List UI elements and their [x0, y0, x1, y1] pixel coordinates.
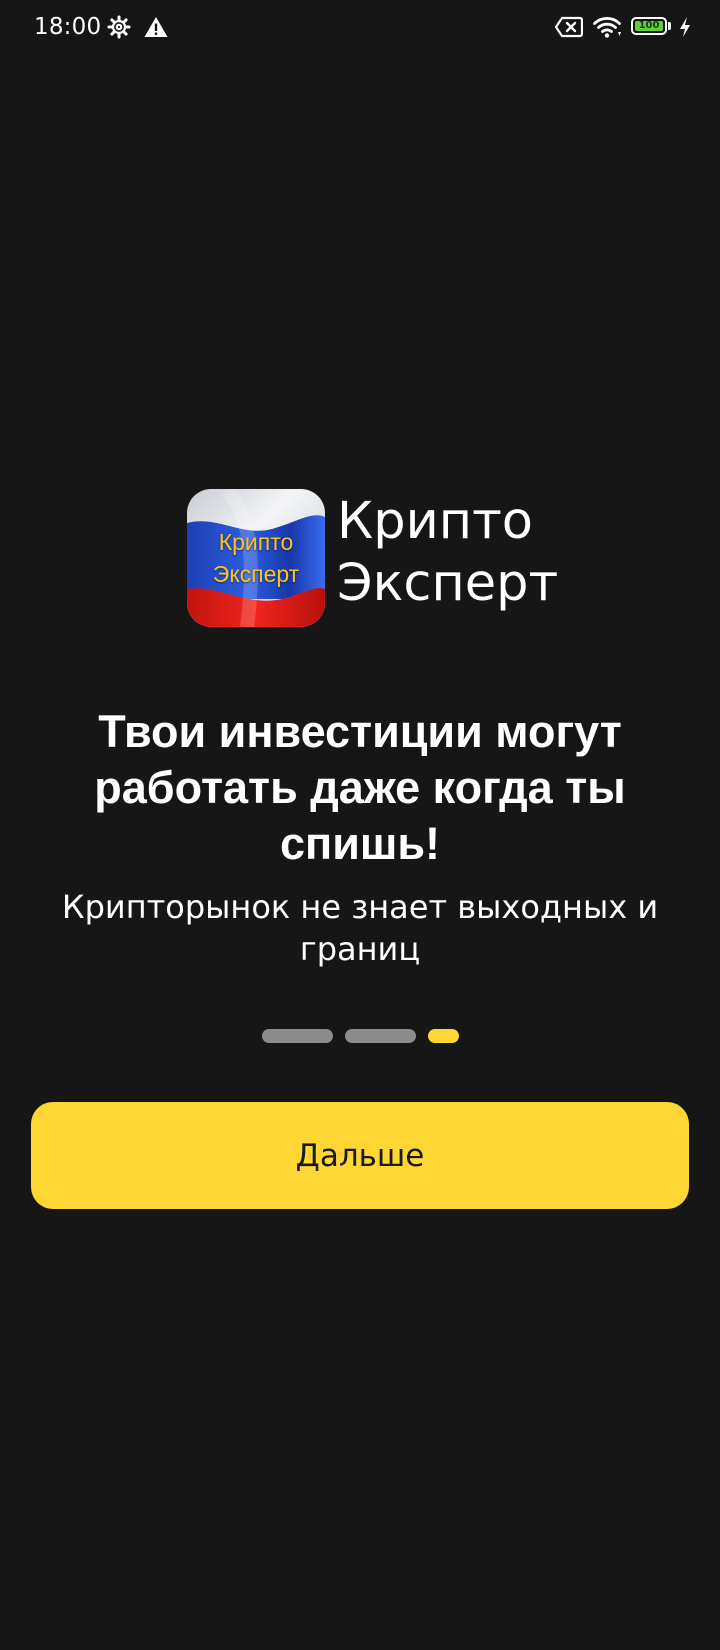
onboarding-subtitle: Крипторынок не знает выходных и границ: [61, 888, 659, 968]
battery-level: 100: [638, 20, 660, 31]
battery-cap: [668, 22, 671, 30]
app-logo: Крипто Эксперт Крипто Эксперт: [187, 489, 558, 627]
status-bar-left: 18:00: [34, 12, 169, 42]
app-icon-title-line1: Крипто: [218, 529, 294, 555]
next-button[interactable]: Дальше: [31, 1102, 689, 1209]
russian-flag-icon: [187, 489, 325, 627]
charging-bolt-icon: [680, 17, 690, 37]
warning-icon: [144, 17, 168, 37]
settings-gear-icon: [107, 15, 131, 39]
brand-name-line2: Эксперт: [337, 554, 559, 613]
status-bar: 18:00 100: [0, 0, 720, 56]
page-indicator: [0, 1029, 720, 1043]
wifi-icon: [593, 17, 621, 38]
brand-name: Крипто Эксперт: [337, 491, 558, 615]
app-icon-title-line2: Эксперт: [212, 561, 300, 587]
status-time: 18:00: [34, 14, 102, 40]
page-indicator-dot-1: [261, 1029, 333, 1043]
battery-body: 100: [631, 17, 667, 35]
battery-fill: 100: [635, 21, 663, 31]
brand-name-line1: Крипто: [337, 492, 533, 551]
page-indicator-dot-3-active: [427, 1029, 459, 1043]
battery-icon: 100: [631, 17, 673, 37]
onboarding-headline: Твои инвестиции могут работать даже когд…: [94, 706, 626, 869]
page-indicator-dot-2: [344, 1029, 416, 1043]
app-icon: Крипто Эксперт: [187, 489, 325, 627]
no-sim-icon: [555, 16, 583, 38]
status-bar-right: 100: [555, 12, 692, 42]
